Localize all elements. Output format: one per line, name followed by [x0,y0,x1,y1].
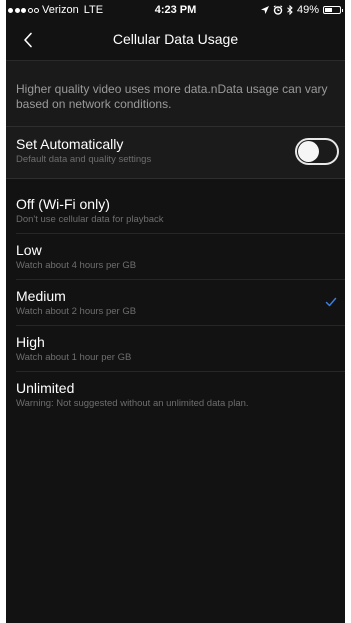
option-text: Off (Wi-Fi only) Don't use cellular data… [16,196,164,226]
page-title: Cellular Data Usage [112,31,239,47]
info-text: Higher quality video uses more data.nDat… [16,82,328,111]
option-description: Watch about 1 hour per GB [16,352,132,363]
option-text: Unlimited Warning: Not suggested without… [16,380,249,410]
option-description: Warning: Not suggested without an unlimi… [16,398,249,409]
battery-percent: 49% [296,4,319,16]
battery-icon [323,6,343,14]
option-medium[interactable]: Medium Watch about 2 hours per GB [16,280,345,326]
option-label: High [16,334,45,350]
set-automatically-text: Set Automatically Default data and quali… [16,136,151,166]
set-automatically-row: Set Automatically Default data and quali… [6,127,345,179]
set-automatically-description: Default data and quality settings [16,154,152,165]
option-description: Watch about 4 hours per GB [16,260,137,271]
set-automatically-toggle[interactable] [295,138,339,165]
option-low[interactable]: Low Watch about 4 hours per GB [16,234,345,280]
option-high[interactable]: High Watch about 1 hour per GB [16,326,345,372]
status-bar: Verizon LTE 4:23 PM 49% [6,0,345,20]
option-label: Unlimited [16,380,75,396]
alarm-icon [273,5,283,15]
option-text: High Watch about 1 hour per GB [16,334,131,364]
navigation-bar: Cellular Data Usage [6,20,345,61]
battery-level [325,8,332,12]
option-description: Watch about 2 hours per GB [16,306,137,317]
option-label: Off (Wi-Fi only) [16,196,110,212]
option-description: Don't use cellular data for playback [16,214,164,225]
data-usage-options: Off (Wi-Fi only) Don't use cellular data… [6,188,345,418]
option-text: Low Watch about 4 hours per GB [16,242,136,272]
status-right: 49% [260,4,343,16]
checkmark-icon [325,297,337,307]
phone-screen: Verizon LTE 4:23 PM 49% Cellular Data Us… [6,0,345,623]
option-label: Low [16,242,42,258]
location-icon [260,5,269,14]
option-text: Medium Watch about 2 hours per GB [16,288,136,318]
set-automatically-label: Set Automatically [16,136,124,152]
toggle-knob [298,141,319,162]
info-section: Higher quality video uses more data.nDat… [6,61,345,127]
option-off-wifi-only[interactable]: Off (Wi-Fi only) Don't use cellular data… [16,188,345,234]
option-unlimited[interactable]: Unlimited Warning: Not suggested without… [16,372,345,418]
bluetooth-icon [287,5,293,15]
option-label: Medium [16,288,66,304]
